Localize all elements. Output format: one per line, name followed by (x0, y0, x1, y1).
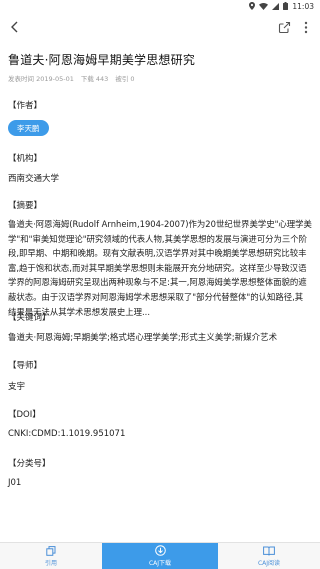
download-count: 下载 443 (80, 75, 109, 83)
classification-value: J01 (8, 478, 22, 488)
abstract-line: 学界的阿恩海姆研究呈现出两种现象与不足:其一,阿恩海姆美学思想整体面貌的遮 (8, 277, 307, 288)
doi-label: 【DOI】 (8, 410, 41, 420)
caj-read-label: CAJ阅读 (257, 559, 281, 567)
doi-value: CNKI:CDMD:1.1019.951071 (8, 429, 126, 439)
caj-download-label: CAJ下载 (148, 560, 172, 567)
keywords-value[interactable]: 鲁道夫·阿恩海姆;早期美学;格式塔心理学美学;形式主义美学;新媒介艺术 (8, 331, 277, 343)
abstract-label: 【摘要】 (8, 201, 43, 211)
classification-label: 【分类号】 (8, 459, 51, 469)
abstract-line: 蔽状态。由于汉语学界对阿恩海姆学术思想采取了"部分代替整体"的认知路径,其 (8, 291, 304, 302)
abstract-line: 结果是无法从其学术思想发展史上理... (8, 306, 150, 317)
bottom-action-bar: 引用 CAJ下载 CAJ阅读 (0, 542, 320, 569)
institution-label: 【机构】 (8, 154, 43, 164)
status-time: 11:03 (292, 1, 314, 11)
copy-icon (46, 545, 56, 556)
share-button[interactable] (275, 18, 293, 36)
article-title: 鲁道夫·阿恩海姆早期美学思想研究 (8, 53, 196, 67)
keywords-label: 【关键词】 (8, 313, 51, 323)
book-icon (263, 546, 275, 555)
abstract-text: 鲁道夫·阿恩海姆(Rudolf Arnheim,1904-2007)作为20世纪… (8, 217, 312, 319)
author-chip[interactable]: 李天鹏 (8, 120, 49, 136)
article-detail: 鲁道夫·阿恩海姆早期美学思想研究 发表时间 2019-05-01 下载 443 … (0, 42, 320, 542)
signal-icon (272, 2, 280, 10)
caj-download-button[interactable]: CAJ下载 (102, 543, 218, 569)
citation-count: 被引 0 (115, 75, 135, 83)
advisor-label: 【导师】 (8, 361, 43, 371)
status-bar: 11:03 (0, 0, 320, 12)
more-button[interactable] (298, 18, 314, 36)
download-icon (154, 545, 166, 556)
advisor-value: 支宇 (8, 382, 26, 392)
top-toolbar (0, 12, 320, 42)
cite-button[interactable]: 引用 (0, 543, 102, 569)
abstract-line: 鲁道夫·阿恩海姆(Rudolf Arnheim,1904-2007)作为20世纪… (8, 219, 312, 229)
caj-read-button[interactable]: CAJ阅读 (218, 543, 320, 569)
location-icon (249, 2, 256, 10)
share-icon (278, 21, 290, 33)
more-vertical-icon (304, 21, 308, 33)
abstract-line: 富,趋于饱和状态,而对其早期美学思想则未能展开充分地研究。这样至少导致汉语 (8, 262, 307, 273)
cite-label: 引用 (44, 559, 57, 567)
back-button[interactable] (6, 18, 24, 36)
back-arrow-icon (11, 21, 18, 33)
institution-value: 西南交通大学 (8, 174, 60, 184)
abstract-line: 段,即早期、中期和晚期。现有文献表明,汉语学界对其中晚期美学思想研究比较丰 (8, 248, 307, 259)
abstract-line: 学"和"审美知觉理论"研究领域的代表人物,其美学思想的发展与演进可分为三个阶 (8, 233, 307, 244)
article-meta: 发表时间 2019-05-01 下载 443 被引 0 (8, 73, 135, 83)
battery-icon (283, 2, 289, 10)
author-label: 【作者】 (8, 101, 43, 111)
wifi-icon (259, 2, 269, 10)
publish-time: 发表时间 2019-05-01 (8, 75, 74, 83)
